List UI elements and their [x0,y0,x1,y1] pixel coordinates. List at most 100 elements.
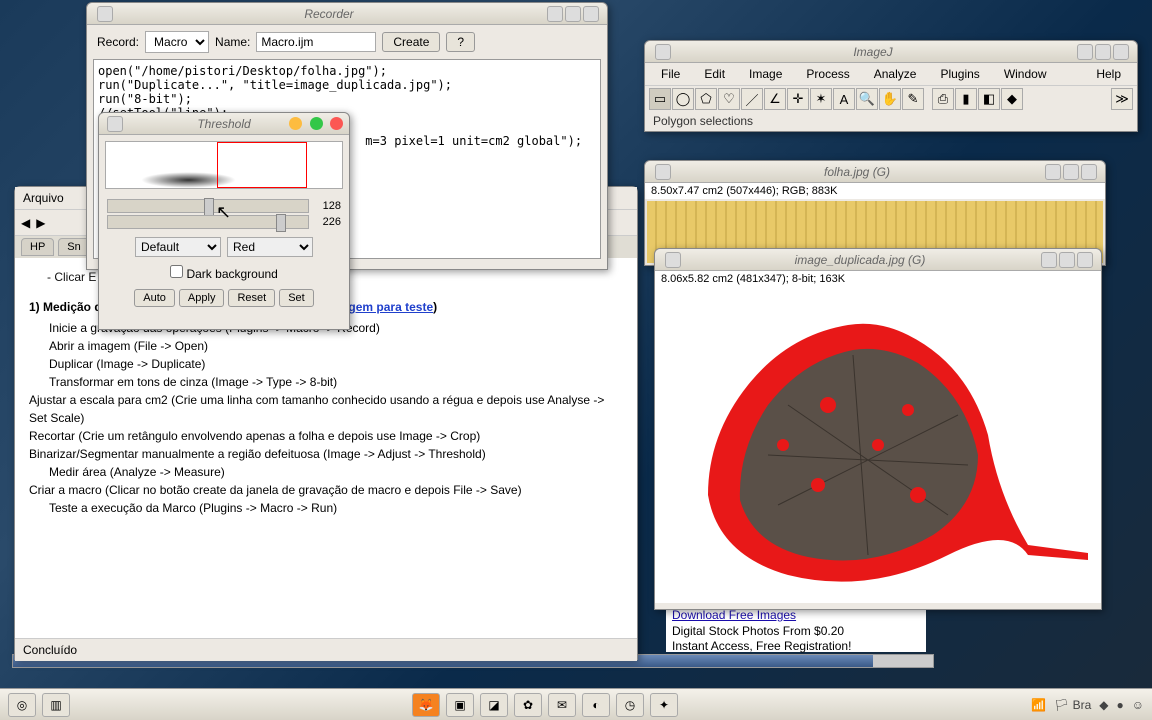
method-select[interactable]: Default [135,237,221,257]
rect-tool-icon[interactable]: ▭ [649,88,671,110]
menu-image[interactable]: Image [739,65,792,83]
ij-close[interactable] [1113,44,1129,60]
win-min[interactable] [547,6,563,22]
auto-button[interactable]: Auto [134,289,175,307]
lang-indicator[interactable]: 🏳 Bra [1054,698,1091,712]
task-app2-icon[interactable]: ✿ [514,693,542,717]
ad-panel: Download Free Images Digital Stock Photo… [666,606,926,652]
task-clock-icon[interactable]: ◷ [616,693,644,717]
launcher-icon[interactable]: ◎ [8,693,36,717]
more-tools-icon[interactable]: ≫ [1111,88,1133,110]
menu-process[interactable]: Process [796,65,859,83]
menu-edit[interactable]: Edit [694,65,735,83]
th-min-icon[interactable] [289,117,302,130]
dropper-tool-icon[interactable]: ✎ [902,88,924,110]
text-tool-icon[interactable]: A [833,88,855,110]
zoom-tool-icon[interactable]: 🔍 [856,88,878,110]
ij-min[interactable] [1077,44,1093,60]
ij-sys-icon[interactable] [655,44,671,60]
record-type-select[interactable]: Macro [145,31,209,53]
menu-arquivo[interactable]: Arquivo [23,191,64,205]
angle-tool-icon[interactable]: ∠ [764,88,786,110]
menu-window[interactable]: Window [994,65,1057,83]
win-close[interactable] [583,6,599,22]
recorder-titlebar[interactable]: Recorder [87,3,607,25]
wand-tool-icon[interactable]: ✶ [810,88,832,110]
action3-icon[interactable]: ◧ [978,88,1000,110]
nav-back[interactable]: ◀ [21,216,30,230]
tray-icon-3[interactable]: ☺ [1132,698,1144,712]
minimize-icon[interactable] [97,6,113,22]
tab-hp[interactable]: HP [21,238,54,256]
task-term-icon[interactable]: ▣ [446,693,474,717]
menu-help[interactable]: Help [1086,65,1131,83]
folha-max[interactable] [1063,164,1079,180]
step-9: Criar a macro (Clicar no botão create da… [29,481,623,499]
task-firefox-icon[interactable]: 🦊 [412,693,440,717]
line-tool-icon[interactable]: ／ [741,88,763,110]
hand-tool-icon[interactable]: ✋ [879,88,901,110]
lut-select[interactable]: Red [227,237,313,257]
high-value: 226 [315,216,341,228]
threshold-titlebar[interactable]: Threshold [99,113,349,135]
ij-status: Polygon selections [645,112,1137,130]
point-tool-icon[interactable]: ✛ [787,88,809,110]
task-app3-icon[interactable]: ✉ [548,693,576,717]
low-slider[interactable] [107,199,309,213]
action2-icon[interactable]: ▮ [955,88,977,110]
folha-titlebar[interactable]: folha.jpg (G) [645,161,1105,183]
dup-max[interactable] [1059,252,1075,268]
menu-plugins[interactable]: Plugins [930,65,989,83]
th-sys-icon[interactable] [107,116,123,132]
high-slider[interactable] [107,215,309,229]
dup-window: image_duplicada.jpg (G) 8.06x5.82 cm2 (4… [654,248,1102,610]
polygon-tool-icon[interactable]: ⬠ [695,88,717,110]
ij-max[interactable] [1095,44,1111,60]
menu-analyze[interactable]: Analyze [864,65,927,83]
freehand-tool-icon[interactable]: ♡ [718,88,740,110]
step-10: Teste a execução da Marco (Plugins -> Ma… [29,499,623,517]
reset-button[interactable]: Reset [228,289,275,307]
desktop-icon[interactable]: ▥ [42,693,70,717]
help-button[interactable]: ? [446,32,475,52]
action1-icon[interactable]: ⎙ [932,88,954,110]
sep-icon [925,88,931,110]
low-knob[interactable] [204,198,214,216]
dup-close[interactable] [1077,252,1093,268]
folha-sys-icon[interactable] [655,164,671,180]
network-icon[interactable]: 📶 [1031,698,1046,712]
leaf-canvas[interactable] [655,287,1101,603]
apply-button[interactable]: Apply [179,289,225,307]
tray-icon-1[interactable]: ◆ [1099,698,1108,712]
folha-min[interactable] [1045,164,1061,180]
imagej-main-window: ImageJ File Edit Image Process Analyze P… [644,40,1138,132]
dup-titlebar[interactable]: image_duplicada.jpg (G) [655,249,1101,271]
ij-titlebar[interactable]: ImageJ [645,41,1137,63]
ad-link[interactable]: Download Free Images [672,608,920,624]
folha-close[interactable] [1081,164,1097,180]
high-knob[interactable] [276,214,286,232]
dup-title: image_duplicada.jpg (G) [681,253,1039,267]
macro-name-input[interactable] [256,32,376,52]
menu-file[interactable]: File [651,65,690,83]
task-app1-icon[interactable]: ◪ [480,693,508,717]
task-app5-icon[interactable]: ✦ [650,693,678,717]
task-app4-icon[interactable]: ◐ [582,693,610,717]
set-button[interactable]: Set [279,289,314,307]
dup-sys-icon[interactable] [665,252,681,268]
win-max[interactable] [565,6,581,22]
step-8: Medir área (Analyze -> Measure) [29,463,623,481]
th-close-icon[interactable] [330,117,343,130]
action4-icon[interactable]: ◆ [1001,88,1023,110]
tray-icon-2[interactable]: ● [1116,698,1123,712]
recorder-title: Recorder [113,7,545,21]
dark-bg-checkbox[interactable]: Dark background [170,267,278,281]
dup-min[interactable] [1041,252,1057,268]
taskbar: ◎ ▥ 🦊 ▣ ◪ ✿ ✉ ◐ ◷ ✦ 📶 🏳 Bra ◆ ● ☺ [0,688,1152,720]
oval-tool-icon[interactable]: ◯ [672,88,694,110]
folha-title: folha.jpg (G) [671,165,1043,179]
th-max-icon[interactable] [310,117,323,130]
threshold-window: Threshold 128 226 Default Red Dark backg… [98,112,350,330]
create-button[interactable]: Create [382,32,440,52]
nav-fwd[interactable]: ▶ [36,216,45,230]
